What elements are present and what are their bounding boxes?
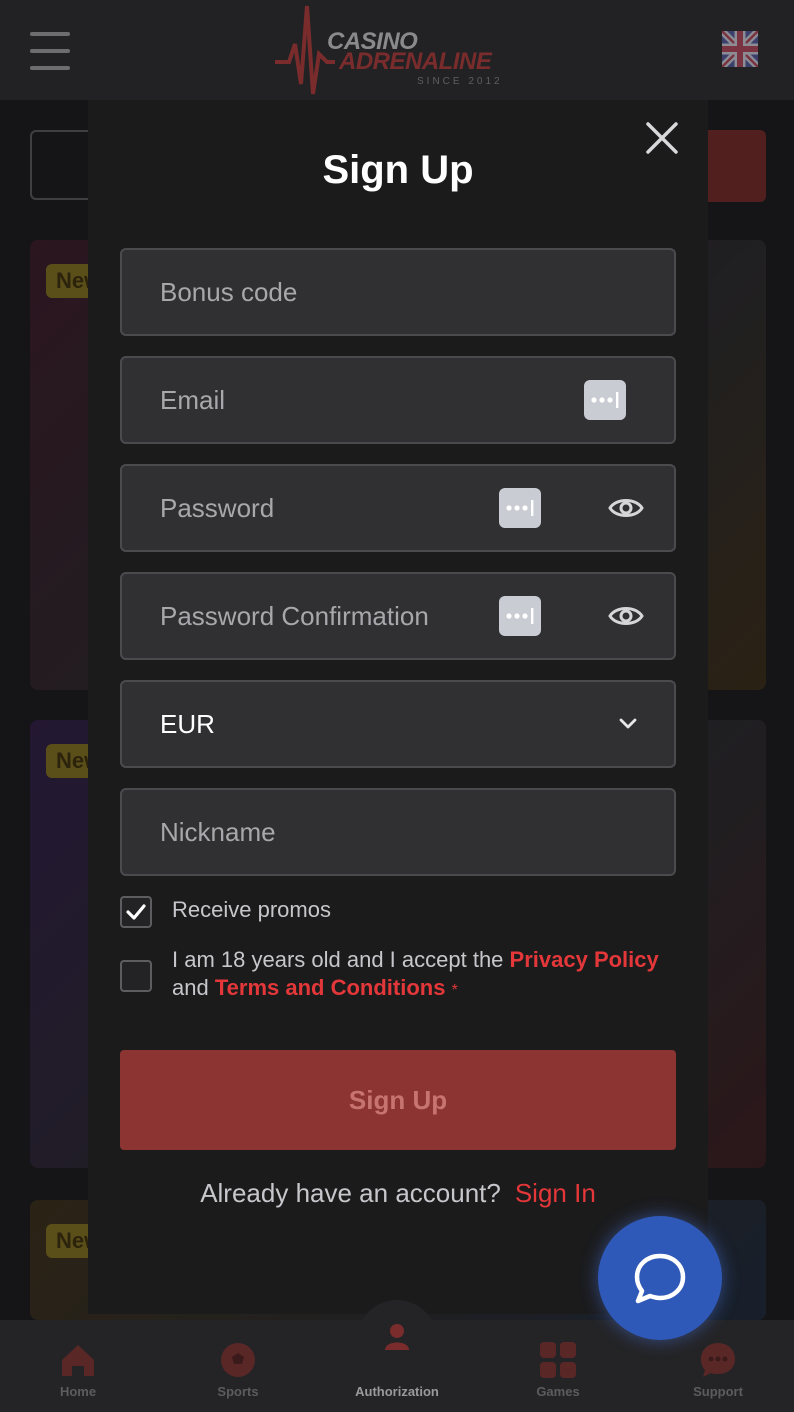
nav-label-support: Support (693, 1384, 743, 1399)
required-mark: * (451, 982, 458, 999)
nickname-input[interactable] (160, 790, 560, 874)
nav-label-home: Home (59, 1384, 97, 1399)
nickname-field[interactable] (120, 788, 676, 876)
bonus-code-input[interactable] (160, 250, 560, 334)
currency-value: EUR (160, 709, 215, 739)
password-field[interactable] (120, 464, 676, 552)
password-manager-icon[interactable] (499, 596, 541, 636)
password-manager-icon[interactable] (499, 488, 541, 528)
menu-icon[interactable] (30, 30, 70, 72)
terms-and-conditions-link[interactable]: Terms and Conditions (215, 975, 446, 1000)
terms-label: I am 18 years old and I accept the Priva… (172, 946, 682, 1005)
uk-flag-icon[interactable] (722, 31, 758, 67)
terms-text-before: I am 18 years old and I accept the (172, 947, 504, 972)
show-password-eye-icon[interactable] (608, 490, 644, 526)
bonus-code-field[interactable] (120, 248, 676, 336)
nav-label-games: Games (536, 1384, 580, 1399)
logo-tagline: SINCE 2012 (417, 76, 503, 87)
home-icon (62, 1345, 94, 1376)
receive-promos-label[interactable]: Receive promos (172, 896, 331, 924)
terms-text-and: and (172, 975, 209, 1000)
checkmark-icon (126, 904, 146, 920)
signin-prompt-row: Already have an account? Sign In (88, 1178, 708, 1209)
signin-link[interactable]: Sign In (515, 1178, 596, 1208)
nav-item-sports[interactable]: Sports (178, 1320, 298, 1412)
site-logo[interactable]: CASINO ADRENALINE SINCE 2012 (275, 4, 515, 96)
account-prompt-text: Already have an account? (200, 1178, 501, 1208)
logo-text-adrenaline: ADRENALINE (339, 48, 492, 75)
user-icon (385, 1324, 409, 1350)
nav-item-authorization[interactable]: Authorization (337, 1320, 457, 1412)
privacy-policy-link[interactable]: Privacy Policy (510, 947, 659, 972)
signup-modal: Sign Up Bonus code Email EUR Nickname Re… (88, 100, 708, 1314)
grid-icon (540, 1342, 576, 1378)
top-header: CASINO ADRENALINE SINCE 2012 (0, 0, 794, 100)
nav-label-authorization: Authorization (355, 1384, 439, 1399)
email-input[interactable] (160, 358, 560, 442)
password-confirmation-field[interactable] (120, 572, 676, 660)
nav-label-sports: Sports (217, 1384, 259, 1399)
modal-title: Sign Up (322, 148, 474, 192)
signup-submit-button[interactable]: Sign Up (120, 1050, 676, 1150)
heartbeat-icon (275, 5, 335, 95)
chat-bubble-icon (634, 1253, 686, 1304)
show-password-eye-icon[interactable] (608, 598, 644, 634)
email-field[interactable] (120, 356, 676, 444)
soccer-ball-icon (221, 1343, 255, 1377)
live-chat-button[interactable] (598, 1216, 722, 1340)
password-manager-icon[interactable] (584, 380, 626, 420)
chat-icon (701, 1343, 735, 1377)
terms-checkbox[interactable] (120, 960, 152, 992)
nav-item-games[interactable]: Games (498, 1320, 618, 1412)
nav-item-home[interactable]: Home (18, 1320, 138, 1412)
receive-promos-checkbox[interactable] (120, 896, 152, 928)
currency-select[interactable]: EUR (120, 680, 676, 768)
chevron-down-icon (619, 718, 637, 729)
